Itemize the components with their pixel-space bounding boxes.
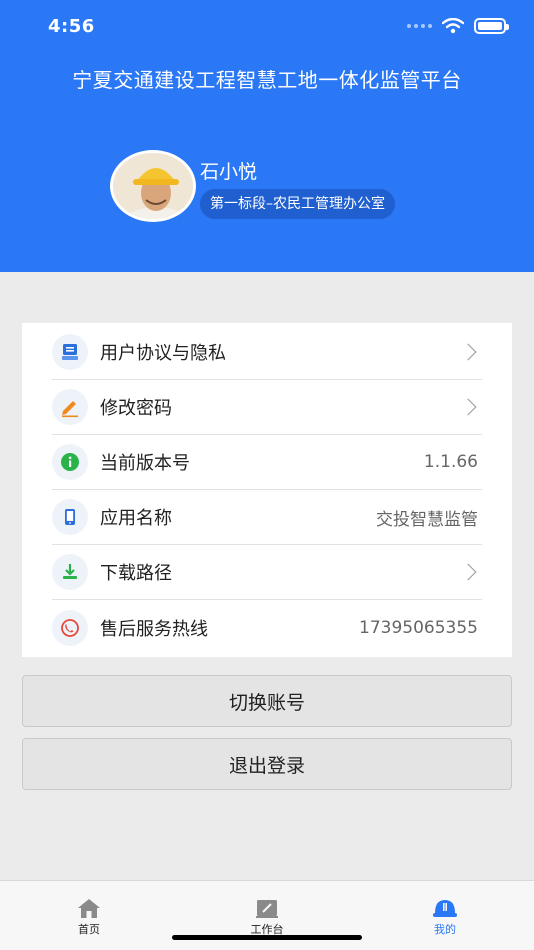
phone-icon <box>52 499 88 535</box>
workbench-icon <box>256 900 278 918</box>
chevron-right-icon <box>459 398 477 416</box>
settings-row-version: 当前版本号 1.1.66 <box>52 435 482 490</box>
avatar[interactable] <box>110 150 196 222</box>
logout-button[interactable]: 退出登录 <box>22 738 512 790</box>
settings-row-app-name: 应用名称 交投智慧监管 <box>52 490 482 545</box>
hotline-value[interactable]: 17395065355 <box>359 618 478 638</box>
settings-row-label: 当前版本号 <box>100 453 190 474</box>
tab-mine[interactable]: 我的 <box>405 897 485 937</box>
settings-row-label: 售后服务热线 <box>100 618 208 640</box>
home-icon <box>78 899 100 918</box>
agreement-icon <box>52 334 88 370</box>
hotline-icon <box>52 609 88 646</box>
chevron-right-icon <box>459 343 477 361</box>
settings-row-download[interactable]: 下载路径 <box>52 545 482 600</box>
tab-home[interactable]: 首页 <box>49 897 129 937</box>
download-icon <box>52 554 88 590</box>
user-name: 石小悦 <box>200 161 258 183</box>
settings-row-label: 下载路径 <box>100 563 172 584</box>
settings-row-change-password[interactable]: 修改密码 <box>52 380 482 435</box>
settings-row-label: 用户协议与隐私 <box>100 343 226 364</box>
app-name-value: 交投智慧监管 <box>376 509 478 530</box>
battery-icon <box>474 18 509 34</box>
switch-account-button[interactable]: 切换账号 <box>22 675 512 727</box>
wifi-icon <box>442 18 464 34</box>
tab-workbench[interactable]: 工作台 <box>227 897 307 937</box>
chevron-right-icon <box>459 563 477 581</box>
status-time: 4:56 <box>48 16 95 37</box>
settings-row-hotline[interactable]: 售后服务热线 17395065355 <box>52 600 482 655</box>
version-value: 1.1.66 <box>423 452 478 472</box>
tab-label: 我的 <box>434 923 456 936</box>
settings-row-label: 应用名称 <box>100 508 172 529</box>
settings-card: 用户协议与隐私 修改密码 当前版本号 1.1.66 应用名称 交投智慧监管 下载… <box>22 323 512 657</box>
profile-header: 4:56 宁夏交通建设工程智慧工地一体化监管平台 石小悦 第一标段–农民工管理办… <box>0 0 534 272</box>
home-indicator <box>172 935 362 940</box>
app-title: 宁夏交通建设工程智慧工地一体化监管平台 <box>72 68 462 92</box>
helmet-icon <box>433 900 457 917</box>
settings-row-label: 修改密码 <box>100 398 172 419</box>
settings-row-agreement[interactable]: 用户协议与隐私 <box>52 325 482 380</box>
department-badge: 第一标段–农民工管理办公室 <box>200 189 395 219</box>
signal-icon <box>407 24 432 28</box>
info-icon <box>52 444 88 480</box>
tab-label: 首页 <box>78 923 100 936</box>
pencil-icon <box>52 389 88 425</box>
status-indicators <box>407 18 509 34</box>
